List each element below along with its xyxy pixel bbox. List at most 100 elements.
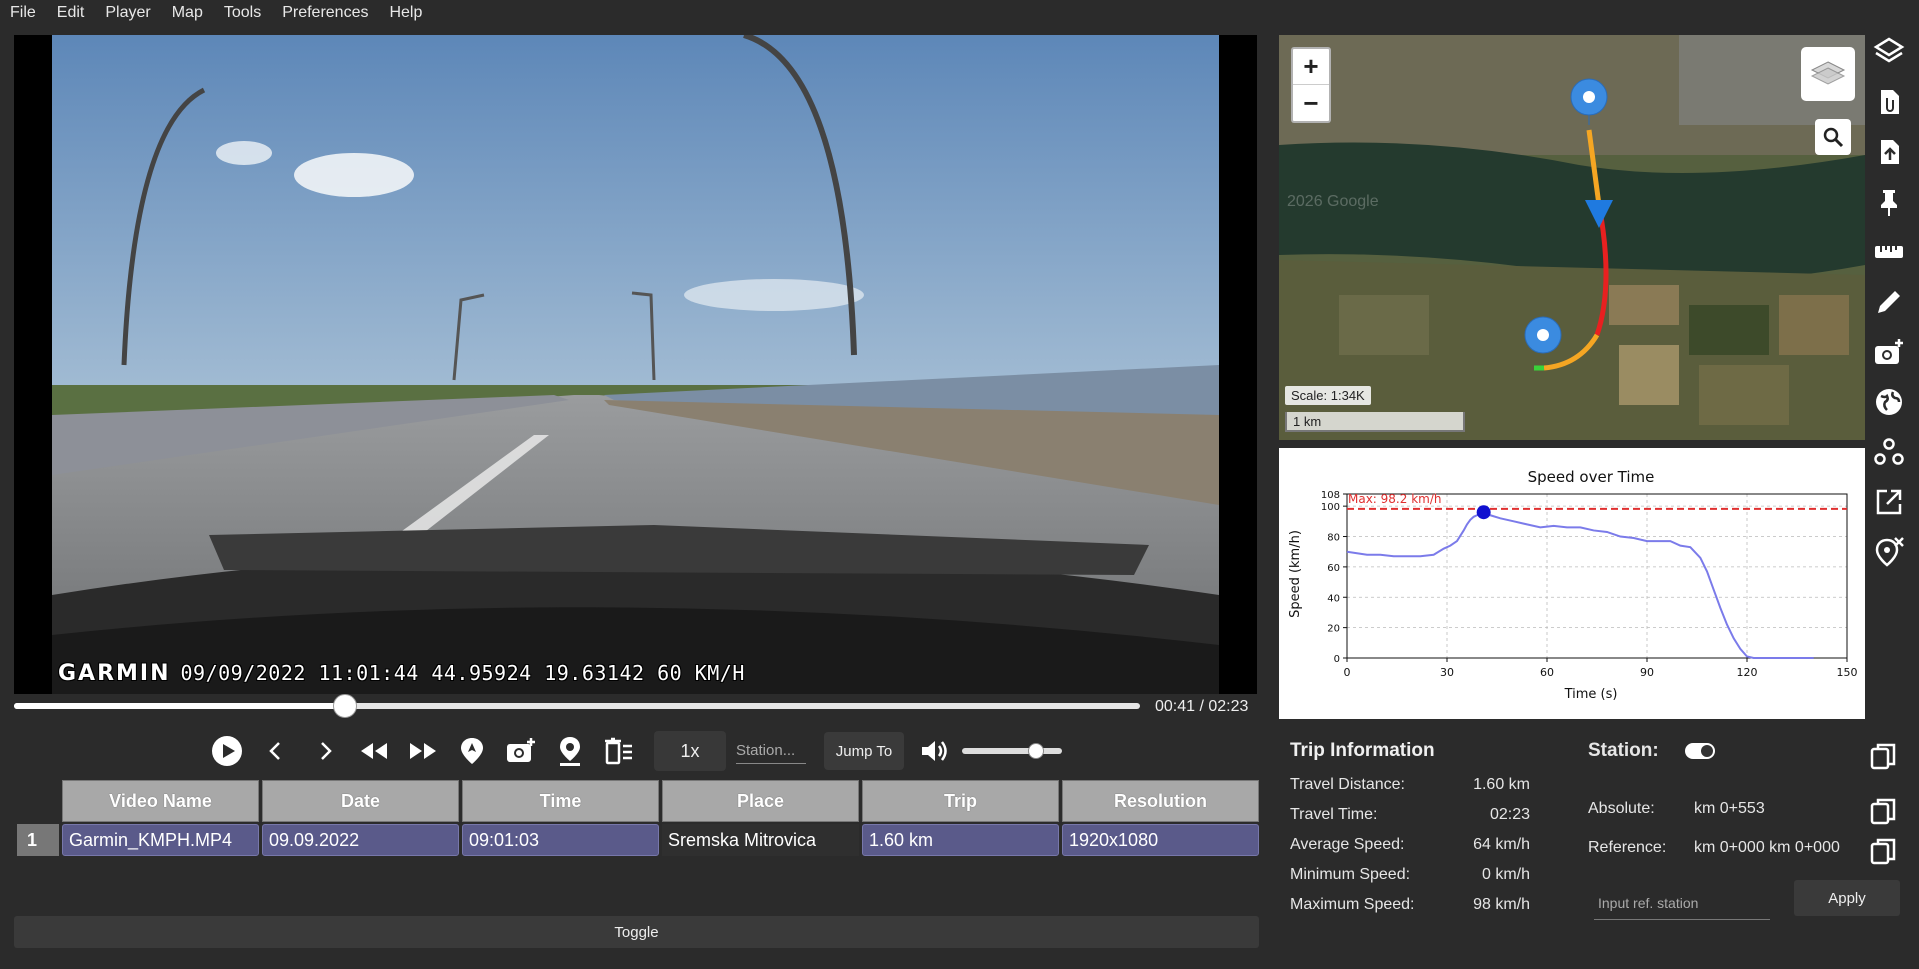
menu-edit[interactable]: Edit: [57, 4, 85, 22]
volume-handle[interactable]: [1028, 743, 1044, 759]
trip-value: 64 km/h: [1473, 836, 1530, 853]
map-marker-button[interactable]: [450, 729, 494, 773]
chart-xlabel: Time (s): [1564, 687, 1618, 702]
seek-handle[interactable]: [333, 694, 358, 718]
table-header-row: Video Name Date Time Place Trip Resoluti…: [17, 780, 1259, 822]
menu-player[interactable]: Player: [105, 4, 150, 22]
absolute-label: Absolute:: [1588, 800, 1655, 817]
edit-button[interactable]: [1869, 282, 1909, 322]
layers-button[interactable]: [1869, 32, 1909, 72]
open-external-icon: [1876, 489, 1902, 515]
attach-file-icon: [1881, 90, 1899, 114]
globe-icon: [1876, 389, 1902, 415]
osd-brand: GARMIN: [58, 661, 171, 686]
header-video-name[interactable]: Video Name: [62, 780, 259, 822]
next-frame-icon: [321, 742, 332, 760]
menu-map[interactable]: Map: [172, 4, 203, 22]
play-icon: [212, 736, 242, 766]
trip-row-time: Travel Time: 02:23: [1290, 800, 1530, 830]
ruler-icon: [1875, 246, 1903, 258]
map-scale-label: Scale: 1:34K: [1285, 386, 1371, 405]
trip-label: Maximum Speed:: [1290, 896, 1415, 913]
table-row[interactable]: 1 Garmin_KMPH.MP4 09.09.2022 09:01:03 Sr…: [17, 824, 1259, 856]
header-place[interactable]: Place: [662, 780, 859, 822]
header-trip[interactable]: Trip: [862, 780, 1059, 822]
menu-file[interactable]: File: [10, 4, 36, 22]
open-external-button[interactable]: [1869, 482, 1909, 522]
seek-fill: [14, 703, 346, 709]
seek-bar[interactable]: [14, 694, 1140, 718]
group-icon: [1874, 438, 1904, 465]
map-watermark: 2026 Google: [1287, 193, 1379, 210]
chart-max-label: Max: 98.2 km/h: [1348, 492, 1442, 506]
volume-track[interactable]: [962, 748, 1062, 754]
chart-plot-frame: [1346, 493, 1848, 659]
apply-button[interactable]: Apply: [1794, 880, 1900, 916]
chart-x-tick-label: 120: [1737, 666, 1758, 679]
playback-speed[interactable]: 1x: [654, 731, 726, 771]
header-resolution[interactable]: Resolution: [1062, 780, 1259, 822]
reference-station-input[interactable]: [1594, 886, 1770, 920]
header-date[interactable]: Date: [262, 780, 459, 822]
row-index[interactable]: 1: [17, 824, 59, 856]
reference-value: km 0+000 km 0+000: [1694, 839, 1840, 856]
trip-value: 98 km/h: [1473, 896, 1530, 913]
copy-icon[interactable]: [1868, 741, 1898, 771]
video-frame[interactable]: GARMIN 09/09/2022 11:01:44 44.95924 19.63…: [14, 35, 1257, 694]
chart-ylabel: Speed (km/h): [1288, 530, 1303, 618]
globe-button[interactable]: [1869, 382, 1909, 422]
trip-value: 02:23: [1489, 806, 1530, 823]
previous-frame-button[interactable]: [254, 729, 298, 773]
timecode: 00:41 / 02:23: [1155, 698, 1249, 715]
rewind-button[interactable]: [352, 729, 396, 773]
menu-tools[interactable]: Tools: [224, 4, 261, 22]
map-layers-button[interactable]: [1801, 47, 1855, 101]
chart-y-tick-label: 60: [1327, 563, 1340, 574]
pin-icon: [1881, 190, 1897, 216]
menu-help[interactable]: Help: [389, 4, 422, 22]
cell-trip[interactable]: 1.60 km: [862, 824, 1059, 856]
zoom-in-button[interactable]: +: [1293, 49, 1329, 85]
play-button[interactable]: [205, 729, 249, 773]
cell-time[interactable]: 09:01:03: [462, 824, 659, 856]
add-photo-button[interactable]: [499, 729, 543, 773]
copy-icon[interactable]: [1868, 796, 1898, 826]
next-frame-button[interactable]: [303, 729, 347, 773]
menu-preferences[interactable]: Preferences: [282, 4, 368, 22]
delete-list-button[interactable]: [597, 729, 641, 773]
location-pin-button[interactable]: [548, 729, 592, 773]
right-toolbar: [1869, 32, 1913, 582]
speed-chart-svg: Speed over Time Time (s) Speed (km/h) 0 3…: [1288, 468, 1858, 702]
add-photo-side-button[interactable]: [1869, 332, 1909, 372]
chart-title: Speed over Time: [1528, 468, 1655, 486]
volume-button[interactable]: [912, 729, 956, 773]
station-title-row: Station:: [1588, 740, 1888, 762]
player-controls: 1x Jump To: [205, 729, 1062, 773]
pin-button[interactable]: [1869, 182, 1909, 222]
trip-label: Travel Distance:: [1290, 776, 1405, 793]
map-scale-bar: 1 km: [1285, 412, 1465, 432]
station-input[interactable]: [736, 738, 806, 764]
cell-date[interactable]: 09.09.2022: [262, 824, 459, 856]
attach-file-button[interactable]: [1869, 82, 1909, 122]
cell-resolution[interactable]: 1920x1080: [1062, 824, 1259, 856]
remove-location-button[interactable]: [1869, 532, 1909, 572]
cell-place[interactable]: Sremska Mitrovica: [662, 824, 859, 856]
map-marker-icon: [461, 738, 483, 764]
ruler-button[interactable]: [1869, 232, 1909, 272]
jump-to-button[interactable]: Jump To: [824, 732, 904, 770]
fast-forward-button[interactable]: [401, 729, 445, 773]
zoom-out-button[interactable]: −: [1293, 85, 1329, 121]
trip-value: 1.60 km: [1473, 776, 1530, 793]
station-toggle-switch[interactable]: [1684, 743, 1715, 759]
header-time[interactable]: Time: [462, 780, 659, 822]
upload-file-button[interactable]: [1869, 132, 1909, 172]
video-table: Video Name Date Time Place Trip Resoluti…: [14, 778, 1262, 858]
volume-slider[interactable]: [962, 741, 1062, 761]
copy-icon[interactable]: [1868, 836, 1898, 866]
map-view[interactable]: + − 2026 Google Scale: 1:34K 1 km: [1279, 35, 1865, 440]
toggle-button[interactable]: Toggle: [14, 916, 1259, 948]
group-button[interactable]: [1869, 432, 1909, 472]
map-search-button[interactable]: [1815, 119, 1851, 155]
cell-video-name[interactable]: Garmin_KMPH.MP4: [62, 824, 259, 856]
